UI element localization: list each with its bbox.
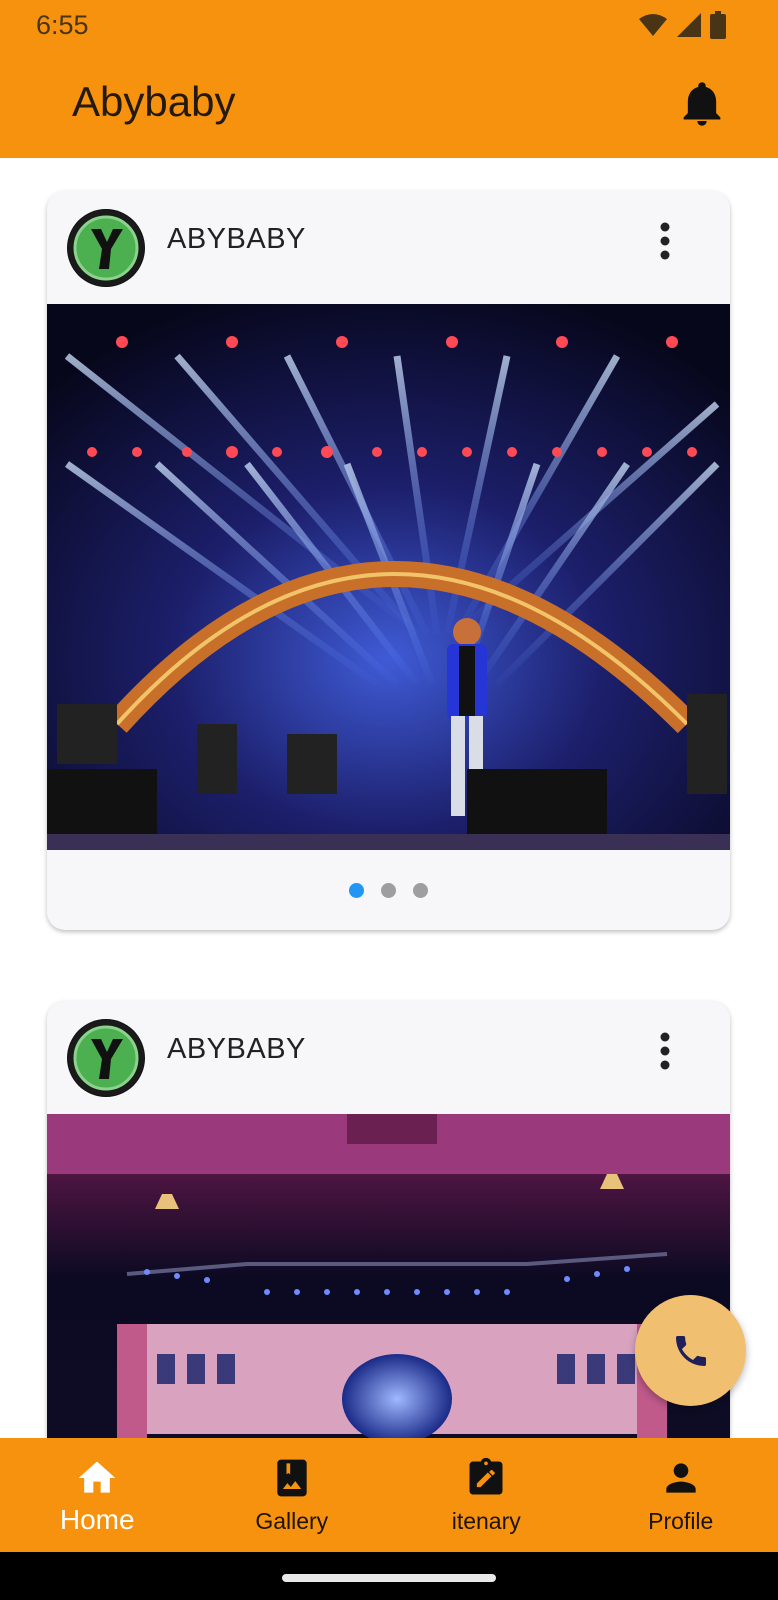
- bell-icon[interactable]: [682, 82, 722, 126]
- gallery-icon: [277, 1459, 307, 1497]
- post-card: ABYBABY: [47, 1001, 730, 1438]
- app-title: Abybaby: [72, 78, 236, 125]
- carousel-dot[interactable]: [413, 882, 428, 898]
- bottom-nav: Home Gallery itenary Profile: [0, 1438, 778, 1552]
- stage-arches-photo[interactable]: [47, 1114, 730, 1438]
- phone-icon: [675, 1335, 706, 1366]
- post-header: ABYBABY: [47, 191, 730, 304]
- status-bar: 6:55: [0, 0, 778, 50]
- nav-item-home[interactable]: Home: [0, 1438, 195, 1552]
- nav-item-itenary[interactable]: itenary: [389, 1438, 584, 1552]
- concert-stage-singer-photo[interactable]: [47, 304, 730, 850]
- nav-label-home: Home: [59, 1504, 135, 1535]
- post-feed[interactable]: ABYBABY ABYBABY: [0, 158, 778, 1438]
- y-logo-avatar[interactable]: [67, 209, 145, 287]
- carousel-indicator: [47, 850, 730, 930]
- nav-label-gallery: Gallery: [255, 1508, 329, 1534]
- more-vert-icon[interactable]: [650, 221, 680, 261]
- post-author: ABYBABY: [167, 223, 306, 255]
- post-card: ABYBABY: [47, 191, 730, 930]
- more-vert-icon[interactable]: [650, 1031, 680, 1071]
- status-time: 6:55: [36, 10, 89, 40]
- signal-icon: [677, 13, 701, 37]
- call-fab[interactable]: [635, 1295, 746, 1406]
- carousel-dot-active[interactable]: [349, 882, 364, 898]
- nav-item-profile[interactable]: Profile: [584, 1438, 778, 1552]
- carousel-dot[interactable]: [381, 882, 396, 898]
- post-header: ABYBABY: [47, 1001, 730, 1114]
- system-nav-bar: [0, 1552, 778, 1600]
- person-icon: [666, 1463, 696, 1493]
- home-gesture-handle[interactable]: [282, 1574, 496, 1582]
- post-author: ABYBABY: [167, 1033, 306, 1065]
- status-icons: [638, 10, 726, 40]
- nav-label-itenary: itenary: [451, 1508, 521, 1534]
- y-logo-avatar[interactable]: [67, 1019, 145, 1097]
- wifi-icon: [639, 14, 667, 36]
- nav-label-profile: Profile: [648, 1508, 714, 1534]
- home-icon: [78, 1461, 116, 1493]
- nav-item-gallery[interactable]: Gallery: [195, 1438, 390, 1552]
- app-bar: Abybaby: [0, 50, 778, 158]
- assignment-icon: [469, 1457, 503, 1495]
- battery-icon: [710, 11, 726, 39]
